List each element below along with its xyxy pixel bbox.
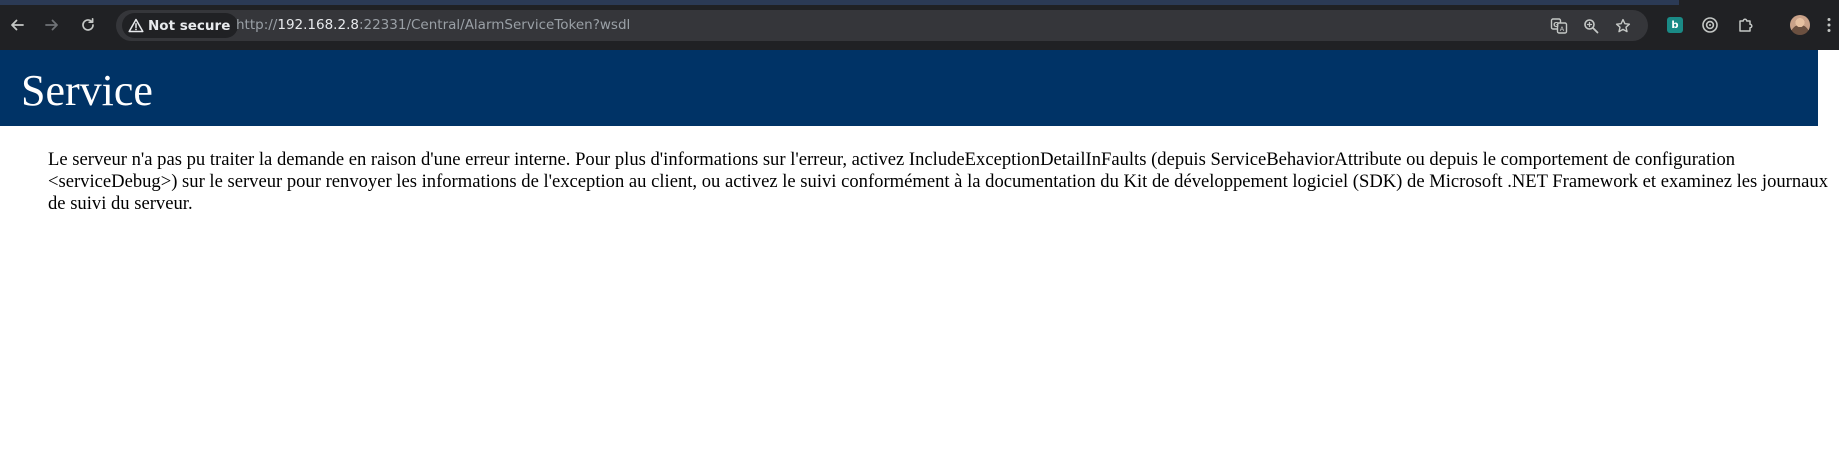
page-header-banner: Service (0, 50, 1818, 126)
translate-icon: G A (1550, 18, 1568, 34)
zoom-icon (1584, 19, 1599, 34)
kebab-menu-icon (1827, 18, 1831, 32)
extension-b-letter: b (1671, 19, 1679, 31)
reload-icon (82, 17, 94, 31)
forward-arrow-icon (45, 19, 58, 31)
error-message: Le serveur n'a pas pu traiter la demande… (48, 149, 1829, 214)
tab-strip-segment (1679, 0, 1839, 5)
address-bar[interactable]: Not secure http://192.168.2.8:22331/Cent… (116, 10, 1648, 41)
security-indicator[interactable]: Not secure (122, 13, 239, 38)
extensions-button[interactable] (1735, 14, 1757, 36)
extension-b-button[interactable]: b (1664, 14, 1686, 36)
tab-strip-edge (0, 0, 1839, 5)
avatar (1790, 15, 1810, 35)
menu-button[interactable] (1822, 14, 1836, 36)
page-title: Service (21, 66, 153, 115)
back-button[interactable] (6, 14, 28, 36)
profile-button[interactable] (1789, 14, 1811, 36)
svg-text:G: G (1553, 21, 1559, 29)
extension-target-button[interactable] (1699, 14, 1721, 36)
url-text[interactable]: http://192.168.2.8:22331/Central/AlarmSe… (236, 10, 630, 41)
forward-button[interactable] (41, 14, 63, 36)
extension-b-icon: b (1667, 17, 1683, 33)
reload-button[interactable] (77, 14, 99, 36)
warning-triangle-icon (128, 18, 144, 33)
star-icon (1615, 18, 1631, 33)
url-path: :22331/Central/AlarmServiceToken?wsdl (358, 17, 631, 33)
not-secure-label: Not secure (148, 17, 231, 34)
target-icon (1702, 17, 1718, 33)
bookmark-button[interactable] (1613, 16, 1633, 36)
back-arrow-icon (11, 19, 24, 31)
puzzle-icon (1739, 18, 1753, 32)
translate-button[interactable]: G A (1549, 16, 1569, 36)
zoom-button[interactable] (1581, 16, 1601, 36)
browser-toolbar: Not secure http://192.168.2.8:22331/Cent… (0, 0, 1839, 50)
svg-text:A: A (1560, 25, 1565, 33)
url-scheme: http:// (236, 17, 278, 33)
page-content: Service Le serveur n'a pas pu traiter la… (0, 50, 1839, 476)
url-host: 192.168.2.8 (277, 17, 359, 33)
